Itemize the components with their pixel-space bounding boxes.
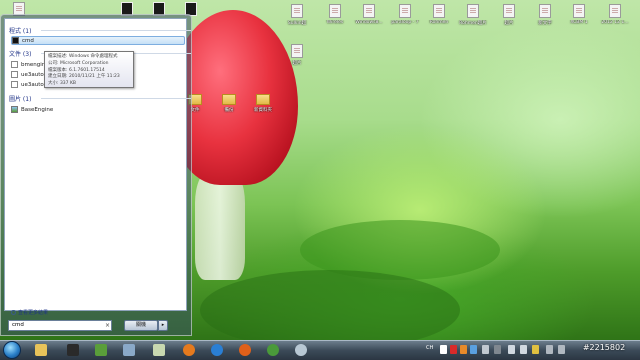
watermark-label: #2215802 — [582, 343, 626, 352]
result-label: ue3auto — [21, 71, 44, 78]
taskbar-app-picture[interactable] — [118, 342, 140, 358]
media-icon — [239, 344, 251, 356]
search-input[interactable]: cmd — [8, 320, 112, 331]
file-info-tooltip: 檔案描述: Windows 命令處理程式 公司: Microsoft Corpo… — [44, 51, 134, 88]
desktop-folder[interactable]: 新資料夾 — [246, 94, 280, 113]
result-label: cmd — [22, 37, 34, 44]
file-icon — [609, 4, 621, 18]
mushroom-stem — [195, 170, 245, 280]
taskbar-chrome[interactable] — [262, 342, 284, 358]
file-icon — [503, 4, 515, 18]
taskbar-media[interactable] — [234, 342, 256, 358]
group-title-documents: 文件 (3) — [9, 51, 32, 58]
grass-shadow — [200, 270, 460, 340]
group-title-programs: 程式 (1) — [9, 28, 32, 35]
network-icon[interactable] — [508, 345, 515, 354]
taskbar-app-green[interactable] — [90, 342, 112, 358]
see-more-results-link[interactable]: 查看更多結果 — [11, 309, 48, 316]
taskbar-media-player[interactable] — [62, 342, 84, 358]
ie-icon — [211, 344, 223, 356]
result-item-image[interactable]: BaseEngine — [11, 105, 185, 114]
divider — [41, 98, 191, 99]
result-label: BaseEngine — [21, 106, 54, 113]
file-icon — [329, 4, 341, 18]
desktop-icon[interactable]: XCBM 1 — [562, 4, 596, 25]
document-icon — [11, 71, 18, 78]
taskbar-app-swirl[interactable] — [290, 342, 312, 358]
document-icon — [11, 61, 18, 68]
file-icon — [291, 4, 303, 18]
chrome-icon — [267, 344, 279, 356]
tray-app-icon[interactable] — [482, 345, 489, 354]
clear-search-icon[interactable]: × — [105, 322, 110, 329]
file-icon — [291, 44, 303, 58]
taskbar-firefox[interactable] — [178, 342, 200, 358]
desktop-icon[interactable]: 超片 — [492, 4, 526, 26]
image-icon — [11, 106, 18, 113]
desktop-folder[interactable]: 備份 — [212, 94, 246, 113]
firefox-icon — [183, 344, 195, 356]
tray-app-icon[interactable] — [450, 345, 457, 354]
app-icon — [95, 344, 107, 356]
app-icon — [295, 344, 307, 356]
desktop-icon[interactable]: 新文字 — [528, 4, 562, 26]
taskbar-folder-explorer[interactable] — [30, 342, 52, 358]
folder-icon — [35, 344, 47, 356]
tray-app-icon[interactable] — [546, 345, 553, 354]
taskbar-app[interactable] — [148, 342, 170, 358]
group-title-pictures: 圖片 (1) — [9, 96, 32, 103]
desktop-icon[interactable]: Rohmen — [422, 4, 456, 25]
folder-icon — [222, 94, 236, 105]
cmd-icon — [12, 37, 19, 44]
file-icon — [467, 4, 479, 18]
result-item-cmd[interactable]: cmd — [11, 36, 185, 45]
ime-indicator[interactable]: CH — [426, 345, 433, 351]
desktop-icon[interactable]: Sulkin超 — [280, 4, 314, 26]
desktop-icon[interactable]: paraloop - 7 — [388, 4, 422, 25]
desktop-icon[interactable]: Wireles — [318, 4, 352, 25]
tray-app-icon[interactable] — [470, 345, 477, 354]
desktop-icon[interactable]: 2012 12 1... — [598, 4, 632, 25]
document-icon — [11, 81, 18, 88]
tray-app-icon[interactable] — [460, 345, 467, 354]
shutdown-button[interactable]: 關機 — [124, 320, 158, 331]
file-icon — [433, 4, 445, 18]
desktop-icon[interactable]: 超片 — [280, 44, 314, 66]
folder-icon — [256, 94, 270, 105]
taskbar-internet-explorer[interactable] — [206, 342, 228, 358]
file-icon — [573, 4, 585, 18]
shutdown-options-arrow-icon[interactable]: ▸ — [158, 320, 168, 331]
tray-app-icon[interactable] — [558, 345, 565, 354]
file-icon — [363, 4, 375, 18]
result-label: ue3auto — [21, 81, 44, 88]
start-orb-button[interactable] — [3, 341, 21, 359]
volume-icon[interactable] — [520, 345, 527, 354]
desktop-icon[interactable]: Windows8... — [352, 4, 386, 25]
picture-icon — [123, 344, 135, 356]
tray-app-icon[interactable] — [532, 345, 539, 354]
tray-app-icon[interactable] — [494, 345, 501, 354]
app-icon — [153, 344, 165, 356]
search-icon — [11, 310, 16, 315]
media-player-icon — [67, 344, 79, 356]
file-icon — [539, 4, 551, 18]
file-icon — [399, 4, 411, 18]
tray-app-icon[interactable] — [440, 345, 447, 354]
desktop-icon[interactable]: Rohmen超片 — [456, 4, 490, 26]
divider — [41, 30, 191, 31]
